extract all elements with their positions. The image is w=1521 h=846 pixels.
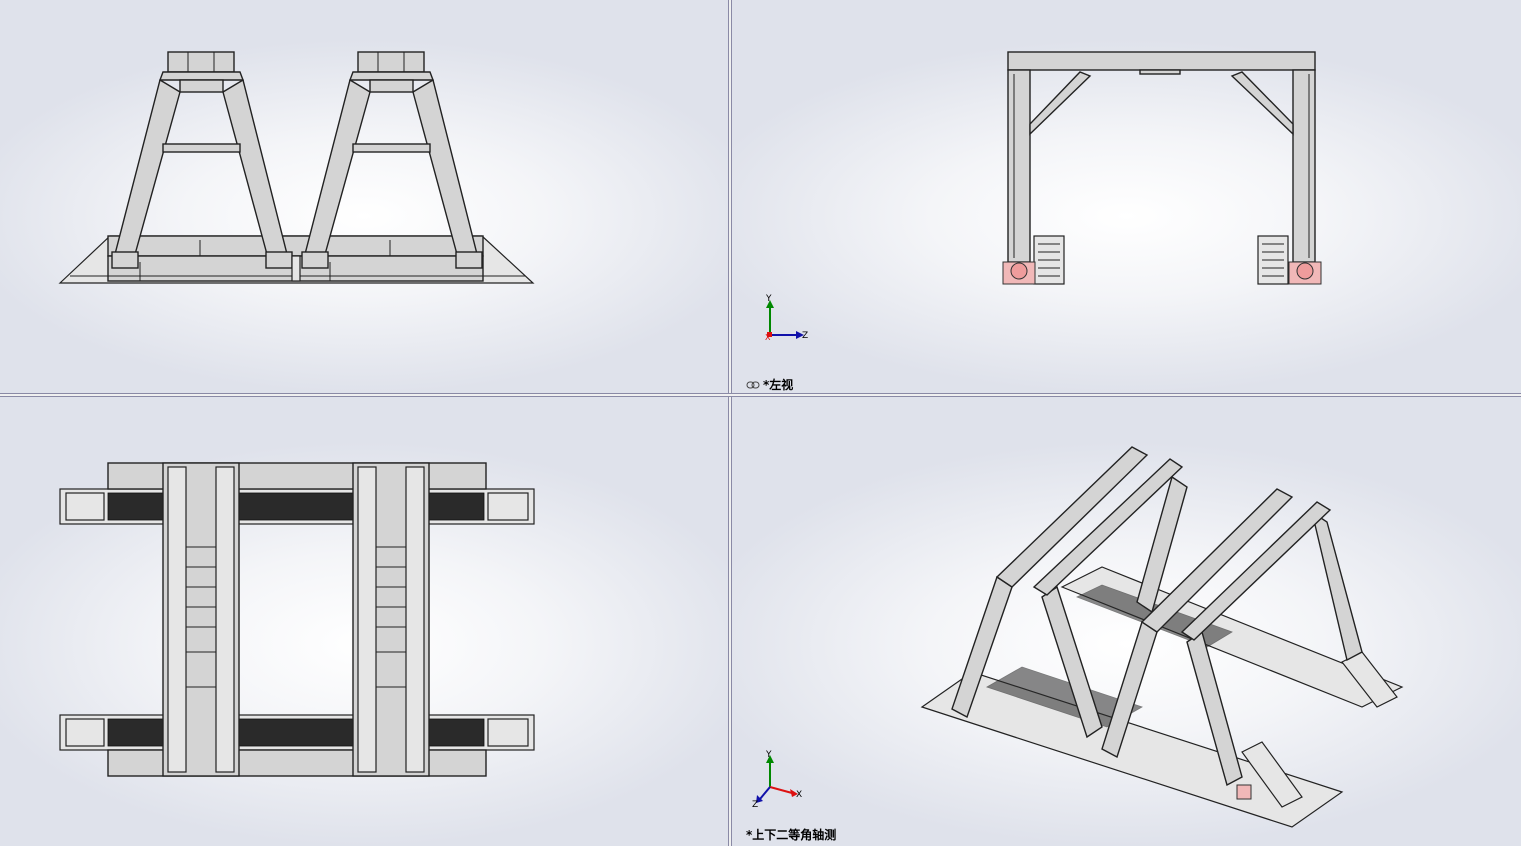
viewport-splitter-horizontal[interactable] [0, 393, 1521, 397]
viewport-label-iso: *上下二等角轴测 [746, 826, 836, 843]
front-view-drawing [58, 51, 535, 284]
axis-triad-iso: Y X Z [752, 750, 802, 810]
viewport-left[interactable]: Y Z X *左视 [732, 0, 1521, 393]
iso-view-label: *上下二等角轴测 [746, 828, 837, 842]
viewport-splitter-vertical[interactable] [728, 0, 732, 846]
triad-y-label: Y [765, 294, 772, 304]
axis-triad: Y Z X [765, 294, 808, 342]
viewport-iso[interactable]: Y X Z *上下二等角轴测 [732, 397, 1521, 846]
triad-iso-x-label: X [796, 790, 802, 800]
link-icon [746, 381, 760, 388]
top-view-drawing [59, 462, 535, 777]
triad-iso-z-label: Z [752, 800, 758, 810]
viewport-label-left: *左视 [746, 376, 793, 393]
viewport-top[interactable] [0, 397, 728, 846]
viewport-front[interactable] [0, 0, 728, 393]
triad-z-label: Z [802, 331, 808, 341]
triad-x-label: X [765, 333, 771, 342]
left-view-label: *左视 [763, 378, 794, 392]
triad-iso-y-label: Y [765, 750, 772, 760]
